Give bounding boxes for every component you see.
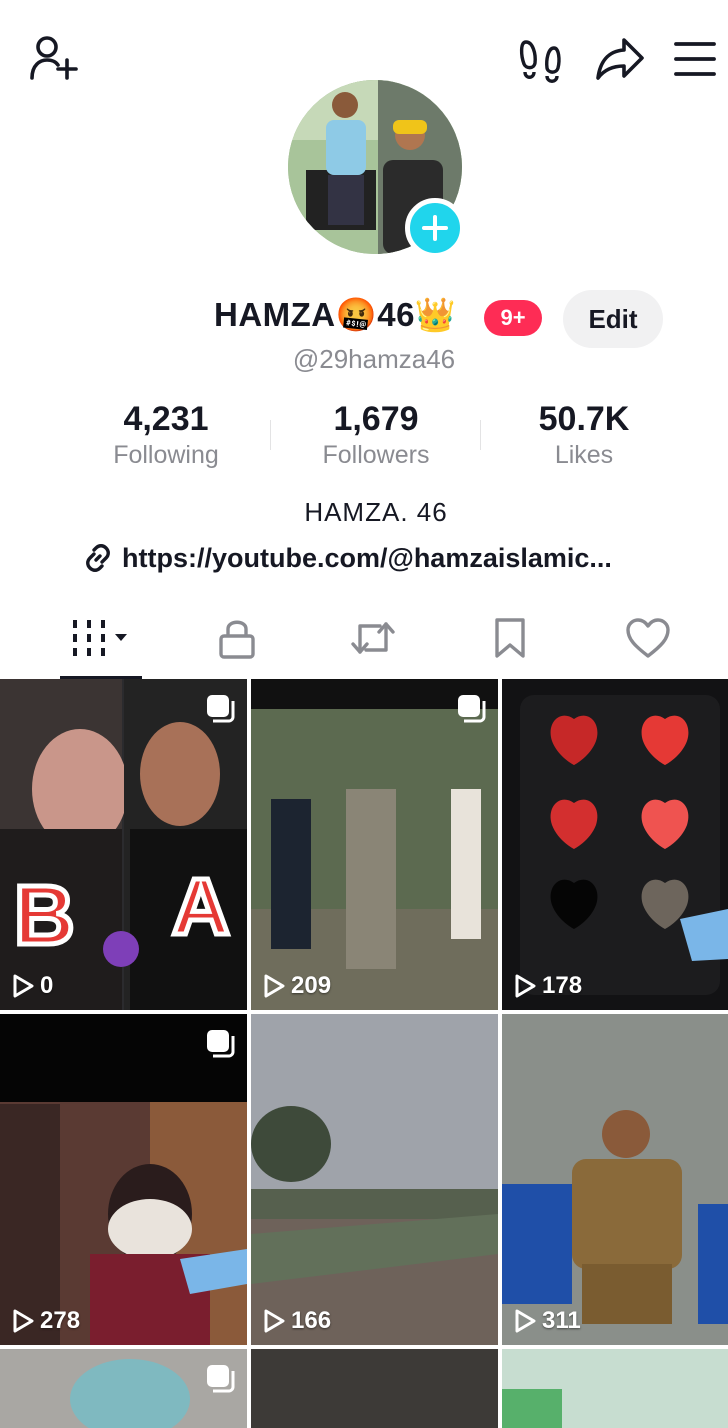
profile-link[interactable]: https://youtube.com/@hamzaislamic... xyxy=(82,538,612,578)
add-avatar-plus-icon[interactable] xyxy=(405,198,465,258)
profile-handle: @29hamza46 xyxy=(292,344,456,374)
likes-count: 50.7K xyxy=(538,400,630,438)
following-stat[interactable]: 4,231 Following xyxy=(66,400,266,470)
lock-icon xyxy=(219,620,255,659)
view-count-value: 278 xyxy=(40,1307,81,1334)
tab-private[interactable] xyxy=(214,605,260,671)
view-count-value: 311 xyxy=(542,1307,581,1334)
play-icon xyxy=(515,974,536,998)
followers-stat[interactable]: 1,679 Followers xyxy=(276,400,476,470)
profile-link-text[interactable]: https://youtube.com/@hamzaislamic... xyxy=(122,543,612,574)
profile-bio: HAMZA. 46 xyxy=(304,497,448,527)
likes-label: Likes xyxy=(554,441,614,469)
followers-count: 1,679 xyxy=(333,400,419,438)
share-icon[interactable] xyxy=(594,36,646,82)
stat-divider xyxy=(270,420,271,450)
multi-image-icon xyxy=(205,693,235,728)
view-count-value: 178 xyxy=(542,972,583,999)
profile-tabs xyxy=(0,605,728,680)
view-count: 278 xyxy=(12,1307,80,1335)
edit-profile-button[interactable]: Edit xyxy=(563,290,663,348)
view-count: 0 xyxy=(12,972,53,1000)
notification-badge[interactable]: 9+ xyxy=(484,300,542,336)
grid-icon xyxy=(73,620,127,656)
bookmark-icon xyxy=(495,618,525,658)
tab-liked[interactable] xyxy=(622,605,674,671)
name-row: HAMZA🤬46👑 9+ Edit xyxy=(0,290,728,350)
tab-videos[interactable] xyxy=(60,605,142,671)
multi-image-icon xyxy=(456,693,486,728)
view-count-value: 0 xyxy=(40,972,54,999)
view-count: 166 xyxy=(263,1307,331,1335)
profile-name: HAMZA🤬46👑 xyxy=(214,296,457,333)
view-count-value: 209 xyxy=(291,972,332,999)
repost-icon xyxy=(351,622,395,654)
video-thumbnail[interactable] xyxy=(502,1349,728,1428)
play-icon xyxy=(13,1309,34,1333)
video-thumbnail[interactable]: B A 0 xyxy=(0,679,247,1010)
video-thumbnail[interactable]: 278 xyxy=(0,1014,247,1345)
play-icon xyxy=(515,1309,536,1333)
stat-divider xyxy=(480,420,481,450)
tab-reposts[interactable] xyxy=(348,605,398,671)
video-thumbnail[interactable] xyxy=(251,1349,498,1428)
link-icon xyxy=(86,544,110,572)
video-thumbnail[interactable] xyxy=(0,1349,247,1428)
add-friend-icon[interactable] xyxy=(28,34,80,82)
view-count: 209 xyxy=(263,972,331,1000)
view-count-value: 166 xyxy=(291,1307,332,1334)
play-icon xyxy=(13,974,34,998)
svg-text:B: B xyxy=(14,868,75,962)
menu-icon[interactable] xyxy=(674,40,716,78)
footprints-icon[interactable] xyxy=(518,38,564,84)
likes-stat[interactable]: 50.7K Likes xyxy=(484,400,684,470)
view-count: 178 xyxy=(514,972,582,1000)
video-thumbnail[interactable]: 166 xyxy=(251,1014,498,1345)
svg-text:A: A xyxy=(172,862,230,951)
play-icon xyxy=(264,1309,285,1333)
multi-image-icon xyxy=(205,1028,235,1063)
video-thumbnail[interactable]: 209 xyxy=(251,679,498,1010)
multi-image-icon xyxy=(205,1363,235,1398)
tab-favorites[interactable] xyxy=(488,605,532,671)
video-thumbnail[interactable]: 311 xyxy=(502,1014,728,1345)
followers-label: Followers xyxy=(322,441,430,469)
following-label: Following xyxy=(113,441,219,469)
play-icon xyxy=(264,974,285,998)
view-count: 311 xyxy=(514,1307,581,1335)
video-thumbnail[interactable]: 178 xyxy=(502,679,728,1010)
heart-icon xyxy=(626,618,670,658)
following-count: 4,231 xyxy=(123,400,209,438)
